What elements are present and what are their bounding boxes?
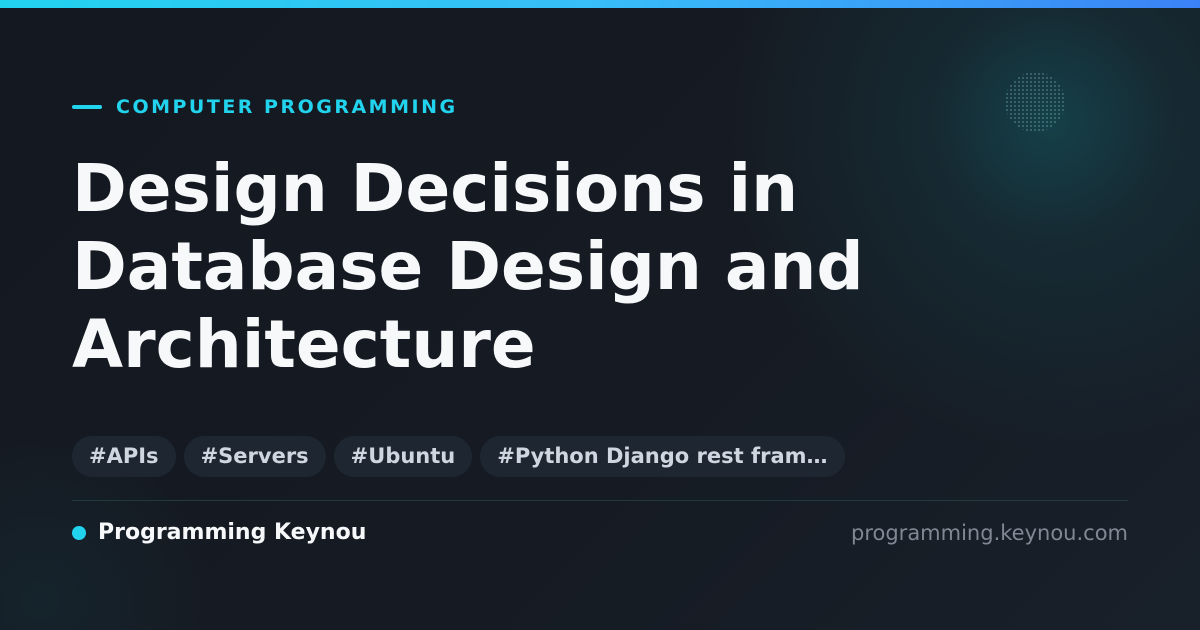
dash-icon [72, 105, 102, 109]
social-share-card: COMPUTER PROGRAMMING Design Decisions in… [0, 0, 1200, 630]
dot-icon [72, 526, 86, 540]
category-label: COMPUTER PROGRAMMING [116, 96, 458, 118]
brand-name: Programming Keynou [98, 520, 367, 545]
tag-chip[interactable]: #Ubuntu [333, 436, 473, 477]
tag-list: #APIs #Servers #Ubuntu #Python Django re… [72, 436, 845, 477]
category-heading: COMPUTER PROGRAMMING [72, 95, 458, 119]
tag-chip[interactable]: #APIs [72, 436, 176, 477]
tag-chip[interactable]: #Python Django rest fram… [480, 436, 845, 477]
accent-top-bar [0, 0, 1200, 8]
footer-divider [72, 500, 1128, 501]
tag-chip[interactable]: #Servers [183, 436, 326, 477]
decorative-dot-pattern [1005, 72, 1065, 132]
site-url[interactable]: programming.keynou.com [851, 518, 1128, 548]
brand: Programming Keynou [72, 518, 366, 548]
article-title: Design Decisions in Database Design and … [72, 150, 864, 383]
